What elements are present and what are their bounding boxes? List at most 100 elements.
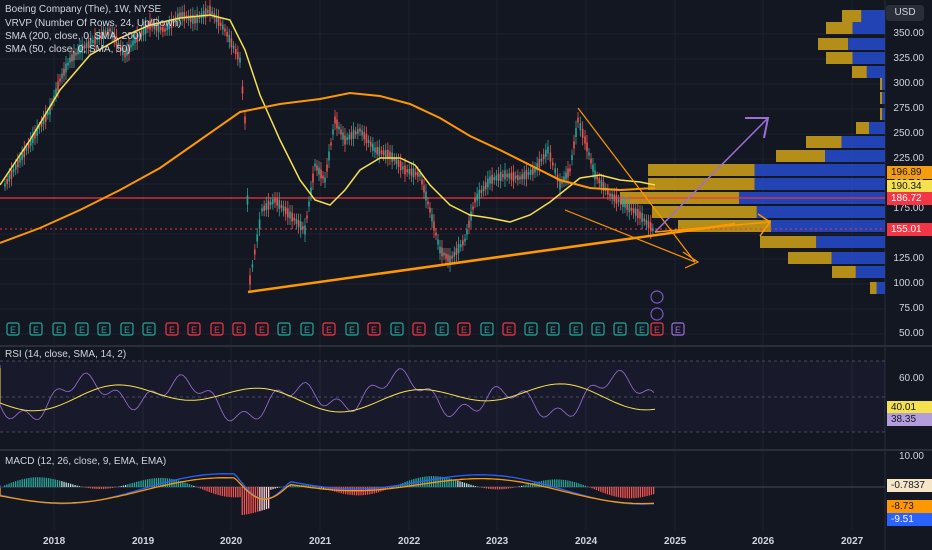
macd-histogram-bar [133,482,136,487]
volume-profile-down-bar [876,282,885,294]
macd-histogram-bar [144,479,147,487]
candle-body [622,200,624,208]
macd-histogram-bar [565,480,567,487]
candle-body [365,134,368,144]
candle-body [573,141,575,149]
macd-histogram-bar [138,481,140,487]
candle-body [326,164,328,172]
macd-histogram-bar [635,487,637,499]
macd-histogram-bar [107,487,109,489]
event-icon [650,290,664,304]
candle-body [532,167,534,175]
candle-body [643,218,646,222]
macd-histogram-bar [523,485,525,487]
time-axis-label: 2019 [132,536,155,547]
time-axis-label: 2024 [575,536,598,547]
macd-histogram-bar [140,480,142,487]
candle-body [314,163,316,167]
candle-body [619,199,622,205]
macd-histogram-bar [89,487,92,489]
candle-body [472,206,474,210]
volume-profile-up-bar [880,92,883,104]
candle-body [224,28,226,32]
earnings-icon: E [214,325,220,335]
macd-histogram-bar [653,487,655,495]
volume-profile-up-bar [880,108,883,120]
candle-body [276,198,278,206]
macd-histogram-bar [158,477,160,487]
candle-body [504,170,506,180]
candle-body [263,205,265,211]
candle-body [8,174,11,182]
macd-histogram-bar [32,477,34,487]
macd-histogram-bar [136,481,138,487]
candle-body [320,169,322,179]
earnings-icon: E [639,325,645,335]
candle-body [348,134,351,140]
macd-histogram-bar [448,478,450,487]
macd-histogram-bar [633,487,635,499]
candle-body [71,54,73,62]
macd-histogram-bar [193,485,195,487]
macd-histogram-bar [177,480,180,487]
volume-profile-up-bar [842,10,862,22]
candle-body [61,73,63,79]
macd-histogram-bar [197,487,199,488]
candle-body [207,9,209,13]
chart-canvas[interactable]: EEEEEEEEEEEEEEEEEEEEEEEEEEEEEEE [0,0,932,550]
candle-body [624,202,626,208]
time-axis-label: 2027 [841,536,864,547]
macd-histogram-bar [21,479,23,487]
candle-body [554,168,556,174]
candle-body [549,152,552,162]
macd-histogram-bar [28,477,30,487]
volume-profile-up-bar [788,252,832,264]
volume-profile-up-bar [852,66,867,78]
candle-body [354,131,357,135]
legend-macd: MACD (12, 26, close, 9, EMA, EMA) [5,456,167,467]
candle-body [649,222,652,232]
macd-histogram-bar [4,485,6,487]
macd-histogram-bar [241,487,243,515]
candle-body [12,169,15,173]
macd-histogram-bar [622,487,624,498]
macd-histogram-bar [646,487,648,497]
volume-profile-up-bar [648,178,755,190]
macd-histogram-bar [569,480,571,487]
volume-profile-down-bar [882,108,885,120]
macd-histogram-bar [562,479,565,487]
candle-body [451,255,453,259]
macd-histogram-bar [637,487,639,498]
macd-histogram-bar [474,486,477,487]
macd-histogram-bar [105,487,107,489]
candle-body [512,172,515,182]
volume-profile-down-bar [848,38,885,50]
earnings-icon: E [394,325,400,335]
candle-body [316,165,318,171]
volume-profile-down-bar [866,66,885,78]
macd-histogram-bar [217,487,219,495]
macd-histogram-bar [527,484,529,487]
candle-body [265,203,268,211]
candle-body [269,201,272,205]
candle-body [406,169,408,173]
candle-body [410,168,413,176]
currency-button[interactable]: USD [886,5,924,21]
candle-body [179,12,181,18]
candle-body [592,164,594,172]
candle-body [478,189,481,199]
macd-histogram-bar [120,486,122,487]
volume-profile-up-bar [826,52,853,64]
candle-body [334,116,336,124]
earnings-icon: E [10,325,16,335]
earnings-icon: E [675,325,681,335]
candle-body [350,132,353,140]
candle-body [404,165,406,175]
candle-body [295,218,298,224]
volume-profile-down-bar [861,10,885,22]
macd-histogram-bar [63,481,65,487]
candle-body [590,158,592,164]
macd-histogram-bar [109,487,111,489]
volume-profile-down-bar [855,266,885,278]
candle-body [617,199,620,203]
